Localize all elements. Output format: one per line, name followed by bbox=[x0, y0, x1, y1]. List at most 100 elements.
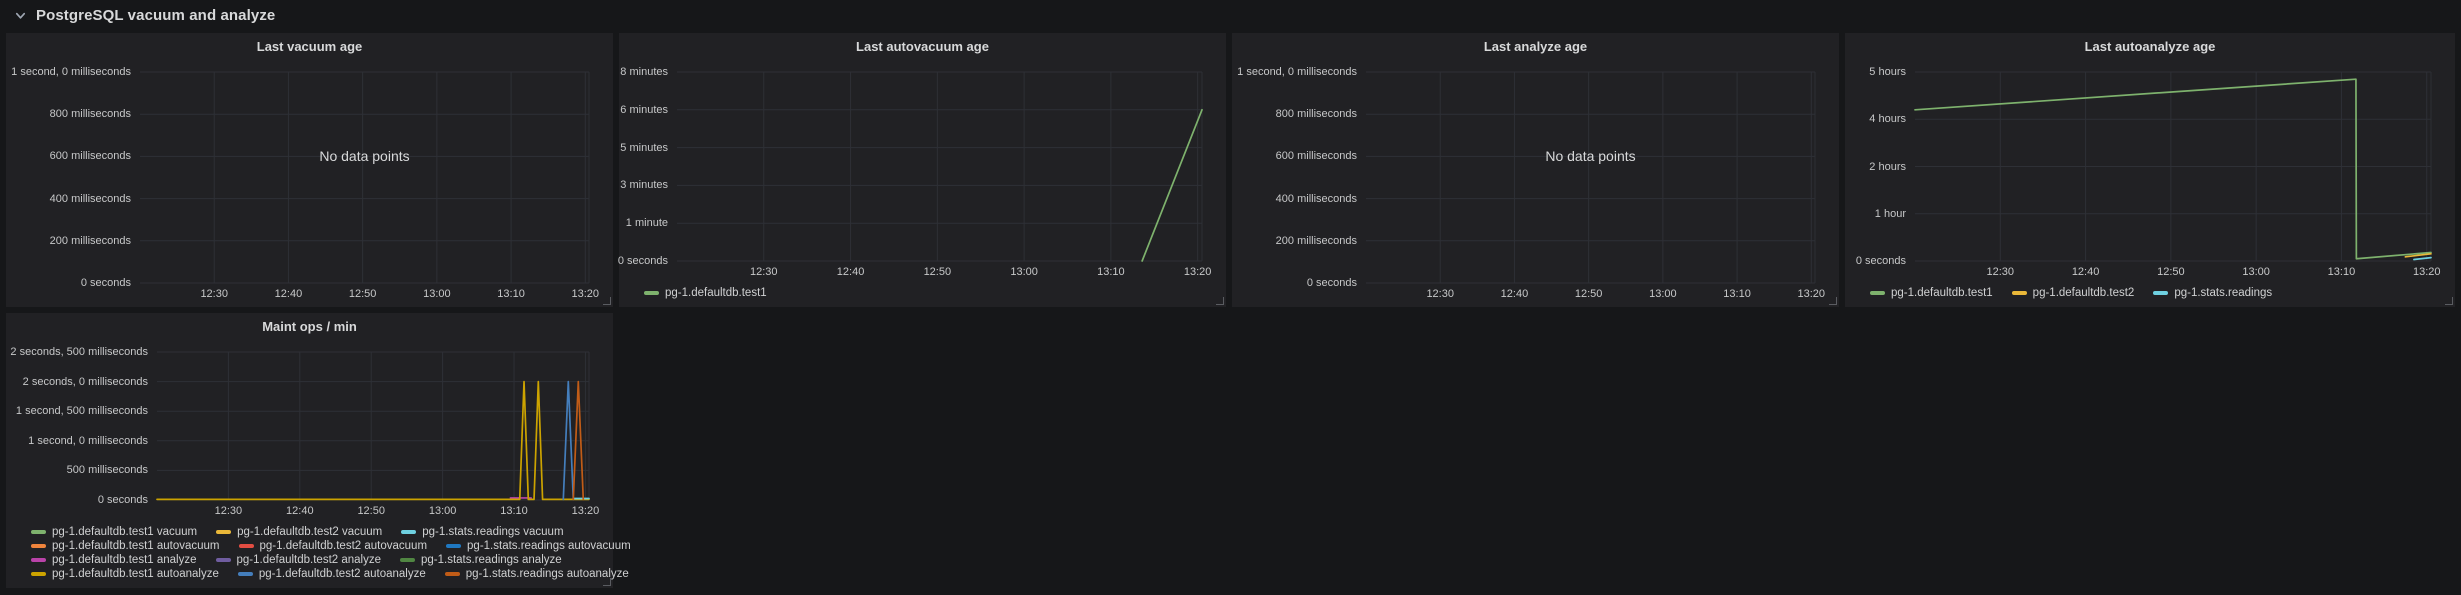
panel-title[interactable]: Maint ops / min bbox=[6, 313, 613, 339]
panel-resize-handle[interactable] bbox=[2445, 297, 2453, 305]
x-axis-label: 12:40 bbox=[1501, 288, 1529, 300]
y-axis-label: 1 minute bbox=[626, 217, 668, 229]
row-title: PostgreSQL vacuum and analyze bbox=[36, 7, 275, 24]
legend-item[interactable]: pg-1.stats.readings autovacuum bbox=[446, 540, 631, 552]
legend-item[interactable]: pg-1.defaultdb.test2 autoanalyze bbox=[238, 568, 426, 580]
x-axis: 12:3012:4012:5013:0013:1013:20 bbox=[677, 261, 1202, 283]
x-axis-label: 12:50 bbox=[349, 288, 377, 300]
panel-title[interactable]: Last autoanalyze age bbox=[1845, 33, 2455, 59]
y-axis-label: 200 milliseconds bbox=[1276, 235, 1357, 247]
y-axis-label: 500 milliseconds bbox=[67, 464, 148, 476]
x-axis-label: 13:20 bbox=[1184, 266, 1212, 278]
series-color-icon bbox=[239, 544, 254, 548]
legend-item[interactable]: pg-1.defaultdb.test1 vacuum bbox=[31, 526, 197, 538]
chart-area[interactable]: 2 seconds, 500 milliseconds2 seconds, 0 … bbox=[157, 352, 589, 522]
x-axis-label: 12:50 bbox=[2157, 266, 2185, 278]
legend-row: pg-1.defaultdb.test1 analyze pg-1.default… bbox=[31, 554, 605, 566]
x-axis-label: 13:10 bbox=[1097, 266, 1125, 278]
legend-row: pg-1.defaultdb.test1 autoanalyze pg-1.def… bbox=[31, 568, 605, 580]
y-axis-label: 4 hours bbox=[1869, 113, 1906, 125]
plot-region[interactable]: 1 second, 0 milliseconds800 milliseconds… bbox=[140, 72, 589, 283]
x-axis-label: 12:50 bbox=[1575, 288, 1603, 300]
x-axis-label: 13:10 bbox=[497, 288, 525, 300]
panel-resize-handle[interactable] bbox=[1829, 297, 1837, 305]
chart-area[interactable]: 1 second, 0 milliseconds800 milliseconds… bbox=[1366, 72, 1815, 305]
y-axis-label: 6 minutes bbox=[620, 104, 668, 116]
legend-item[interactable]: pg-1.stats.readings vacuum bbox=[401, 526, 563, 538]
legend-item[interactable]: pg-1.defaultdb.test2 vacuum bbox=[216, 526, 382, 538]
y-axis-label: 0 seconds bbox=[618, 255, 668, 267]
panel-resize-handle[interactable] bbox=[603, 578, 611, 586]
y-axis-label: 2 hours bbox=[1869, 161, 1906, 173]
y-axis-label: 8 minutes bbox=[620, 66, 668, 78]
y-axis-label: 0 seconds bbox=[98, 494, 148, 506]
x-axis-label: 13:20 bbox=[1798, 288, 1826, 300]
series-color-icon bbox=[400, 558, 415, 562]
series-color-icon bbox=[31, 558, 46, 562]
legend-label: pg-1.stats.readings vacuum bbox=[422, 526, 563, 538]
y-axis-label: 0 seconds bbox=[81, 277, 131, 289]
series-color-icon bbox=[31, 544, 46, 548]
y-axis-label: 1 second, 0 milliseconds bbox=[11, 66, 131, 78]
legend: pg-1.defaultdb.test1 vacuum pg-1.defaultd… bbox=[6, 524, 613, 588]
legend-item[interactable]: pg-1.defaultdb.test1 autovacuum bbox=[31, 540, 220, 552]
x-axis-label: 12:40 bbox=[275, 288, 303, 300]
series-color-icon bbox=[2012, 291, 2027, 295]
legend-item[interactable]: pg-1.defaultdb.test2 bbox=[2012, 287, 2135, 299]
series-color-icon bbox=[216, 530, 231, 534]
legend-item[interactable]: pg-1.defaultdb.test2 analyze bbox=[216, 554, 382, 566]
y-axis-label: 5 hours bbox=[1869, 66, 1906, 78]
plot-grid bbox=[157, 352, 589, 500]
x-axis-label: 13:00 bbox=[1010, 266, 1038, 278]
legend-item[interactable]: pg-1.stats.readings autoanalyze bbox=[445, 568, 629, 580]
legend-label: pg-1.defaultdb.test2 analyze bbox=[237, 554, 382, 566]
plot-region[interactable]: 1 second, 0 milliseconds800 milliseconds… bbox=[1366, 72, 1815, 283]
panel-title[interactable]: Last vacuum age bbox=[6, 33, 613, 59]
legend-item[interactable]: pg-1.defaultdb.test2 autovacuum bbox=[239, 540, 428, 552]
x-axis-label: 13:20 bbox=[572, 288, 600, 300]
chart-area[interactable]: 1 second, 0 milliseconds800 milliseconds… bbox=[140, 72, 589, 305]
series-color-icon bbox=[401, 530, 416, 534]
legend-label: pg-1.defaultdb.test2 bbox=[2033, 287, 2135, 299]
y-axis-label: 1 second, 500 milliseconds bbox=[16, 405, 148, 417]
panel-resize-handle[interactable] bbox=[603, 297, 611, 305]
legend-label: pg-1.defaultdb.test1 autovacuum bbox=[52, 540, 220, 552]
chart-area[interactable]: 8 minutes6 minutes5 minutes3 minutes1 mi… bbox=[677, 72, 1202, 283]
legend-item[interactable]: pg-1.defaultdb.test1 analyze bbox=[31, 554, 197, 566]
panel-resize-handle[interactable] bbox=[1216, 297, 1224, 305]
y-axis-label: 1 second, 0 milliseconds bbox=[28, 435, 148, 447]
plot-grid bbox=[1915, 72, 2431, 261]
series-color-icon bbox=[644, 291, 659, 295]
panel-last-autoanalyze-age: Last autoanalyze age 5 hours4 hours2 hou… bbox=[1845, 33, 2455, 307]
legend-item[interactable]: pg-1.defaultdb.test1 bbox=[644, 287, 767, 299]
panel-title[interactable]: Last autovacuum age bbox=[619, 33, 1226, 59]
plot-grid bbox=[677, 72, 1202, 261]
y-axis-label: 800 milliseconds bbox=[1276, 108, 1357, 120]
plot-region[interactable]: 8 minutes6 minutes5 minutes3 minutes1 mi… bbox=[677, 72, 1202, 261]
legend-item[interactable]: pg-1.stats.readings analyze bbox=[400, 554, 562, 566]
plot-region[interactable]: 2 seconds, 500 milliseconds2 seconds, 0 … bbox=[157, 352, 589, 500]
legend-item[interactable]: pg-1.defaultdb.test1 autoanalyze bbox=[31, 568, 219, 580]
y-axis-label: 0 seconds bbox=[1856, 255, 1906, 267]
x-axis-label: 12:30 bbox=[1987, 266, 2015, 278]
series-color-icon bbox=[2153, 291, 2168, 295]
legend-row: pg-1.defaultdb.test1 autovacuum pg-1.defa… bbox=[31, 540, 605, 552]
y-axis-label: 0 seconds bbox=[1307, 277, 1357, 289]
x-axis-label: 12:30 bbox=[215, 505, 243, 517]
y-axis-label: 5 minutes bbox=[620, 142, 668, 154]
no-data-text: No data points bbox=[319, 148, 409, 164]
chart-area[interactable]: 5 hours4 hours2 hours1 hour0 seconds 12:… bbox=[1915, 72, 2431, 283]
y-axis-label: 1 second, 0 milliseconds bbox=[1237, 66, 1357, 78]
panel-title[interactable]: Last analyze age bbox=[1232, 33, 1839, 59]
legend-item[interactable]: pg-1.stats.readings bbox=[2153, 287, 2272, 299]
legend-label: pg-1.defaultdb.test1 analyze bbox=[52, 554, 197, 566]
legend-label: pg-1.defaultdb.test1 autoanalyze bbox=[52, 568, 219, 580]
y-axis-label: 2 seconds, 500 milliseconds bbox=[10, 346, 148, 358]
dashboard-row-header[interactable]: PostgreSQL vacuum and analyze bbox=[0, 0, 2461, 30]
legend-item[interactable]: pg-1.defaultdb.test1 bbox=[1870, 287, 1993, 299]
x-axis-label: 12:50 bbox=[924, 266, 952, 278]
legend-label: pg-1.stats.readings analyze bbox=[421, 554, 562, 566]
plot-region[interactable]: 5 hours4 hours2 hours1 hour0 seconds bbox=[1915, 72, 2431, 261]
legend-label: pg-1.defaultdb.test1 bbox=[1891, 287, 1993, 299]
y-axis-label: 3 minutes bbox=[620, 179, 668, 191]
